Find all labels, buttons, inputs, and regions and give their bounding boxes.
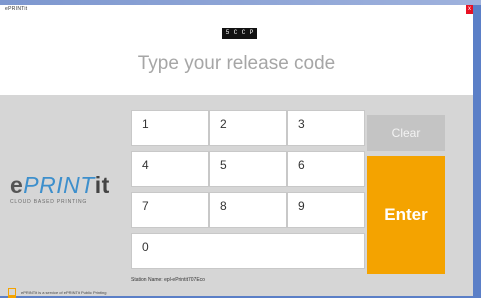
- key-9[interactable]: 9: [287, 192, 365, 228]
- code-digit: 5: [225, 29, 230, 36]
- window-title: ePRINTit: [5, 6, 28, 12]
- clear-button[interactable]: Clear: [367, 115, 445, 151]
- close-icon: x: [468, 6, 471, 12]
- key-label: 5: [220, 158, 227, 172]
- key-0[interactable]: 0: [131, 233, 365, 269]
- printer-icon: [8, 288, 16, 298]
- key-1[interactable]: 1: [131, 110, 209, 146]
- key-2[interactable]: 2: [209, 110, 287, 146]
- key-4[interactable]: 4: [131, 151, 209, 187]
- key-label: 0: [142, 240, 149, 254]
- close-button[interactable]: x: [466, 5, 473, 14]
- station-name: Station Name: epl-ePrintit707Eco: [131, 277, 205, 283]
- key-label: 3: [298, 117, 305, 131]
- code-digit: P: [249, 29, 254, 36]
- key-5[interactable]: 5: [209, 151, 287, 187]
- logo-tagline: CLOUD BASED PRINTING: [10, 199, 88, 205]
- kiosk-window: ePRINTit x 5 C C P Type your release cod…: [0, 5, 473, 298]
- footer-note: ePRINTit is a service of ePRINTit Public…: [21, 290, 107, 295]
- title-bar: ePRINTit x: [0, 5, 473, 14]
- key-label: 1: [142, 117, 149, 131]
- key-3[interactable]: 3: [287, 110, 365, 146]
- key-8[interactable]: 8: [209, 192, 287, 228]
- key-label: 2: [220, 117, 227, 131]
- key-label: 9: [298, 199, 305, 213]
- key-label: 4: [142, 158, 149, 172]
- logo-wordmark: ePRINTit: [10, 172, 110, 198]
- release-code-display: 5 C C P: [222, 28, 257, 39]
- release-code-panel: 5 C C P Type your release code: [0, 14, 473, 95]
- code-digit: C: [241, 29, 246, 36]
- key-label: 6: [298, 158, 305, 172]
- key-label: 7: [142, 199, 149, 213]
- eprintit-logo: ePRINTit CLOUD BASED PRINTING: [10, 173, 125, 205]
- enter-button[interactable]: Enter: [367, 156, 445, 274]
- release-code-prompt: Type your release code: [137, 53, 336, 74]
- key-6[interactable]: 6: [287, 151, 365, 187]
- code-digit: C: [233, 29, 238, 36]
- key-label: 8: [220, 199, 227, 213]
- key-7[interactable]: 7: [131, 192, 209, 228]
